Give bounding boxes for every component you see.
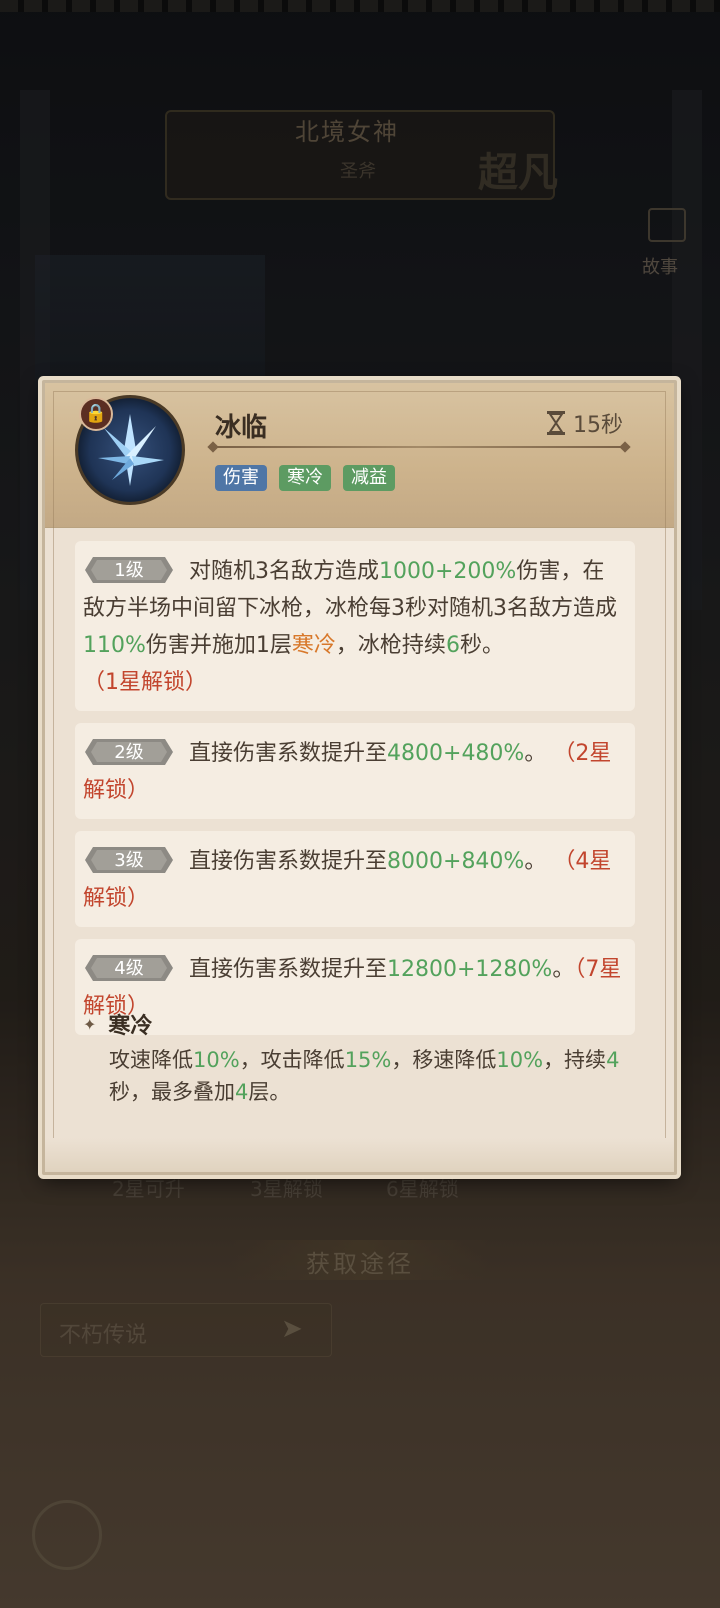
chill-title: 寒冷 [108, 1014, 153, 1039]
header-divider [213, 446, 625, 448]
tag-chill: 寒冷 [279, 465, 331, 491]
text-segment: 。 [552, 957, 575, 982]
text-segment: 110% [83, 633, 146, 658]
cooldown-value: 15秒 [573, 413, 623, 438]
level-badge: 1级 [83, 555, 175, 585]
text-segment: 8000+840% [387, 849, 525, 874]
tag-debuff: 减益 [343, 465, 395, 491]
chill-header: ✦ 寒冷 [83, 1008, 643, 1040]
skill-name: 冰临 [215, 413, 268, 443]
level-badge-label: 4级 [114, 958, 143, 979]
skill-detail-card: 🔒 冰临 15秒 伤害 寒冷 减益 1级 对随机3名敌方造成1000+200%伤… [42, 380, 677, 1175]
sparkle-icon: ✦ [83, 1014, 97, 1034]
text-segment: 6 [445, 633, 460, 658]
cooldown: 15秒 [545, 407, 623, 439]
text-segment: ，持续 [543, 1048, 607, 1072]
level-row-3: 3级 直接伤害系数提升至8000+840%。 （4星解锁） [75, 831, 635, 927]
level-row-2: 2级 直接伤害系数提升至4800+480%。 （2星解锁） [75, 723, 635, 819]
level-badge: 4级 [83, 953, 175, 983]
tag-damage: 伤害 [215, 465, 267, 491]
text-segment: 4 [606, 1048, 620, 1072]
text-segment: 对随机3名敌方造成 [189, 559, 379, 584]
lock-icon: 🔒 [79, 397, 113, 431]
skill-tags: 伤害 寒冷 减益 [215, 465, 395, 491]
chill-effect: ✦ 寒冷 攻速降低10%，攻击降低15%，移速降低10%，持续4秒，最多叠加4层… [83, 1008, 643, 1108]
text-segment: ，攻击降低 [239, 1048, 345, 1072]
level-list: 1级 对随机3名敌方造成1000+200%伤害，在敌方半场中间留下冰枪，冰枪每3… [75, 541, 635, 1047]
text-segment: 层。 [248, 1080, 291, 1104]
text-segment: 12800+1280% [387, 957, 553, 982]
text-segment: （1星解锁） [83, 670, 207, 695]
text-segment: 秒。 [459, 633, 504, 658]
text-segment: 10% [496, 1048, 544, 1072]
text-segment: 。 [524, 741, 554, 766]
card-bottom-trim [45, 1138, 674, 1172]
text-segment: 。 [524, 849, 554, 874]
text-segment: 伤害并施加1层 [145, 633, 292, 658]
level-badge-label: 3级 [114, 850, 143, 871]
level-badge-label: 2级 [114, 742, 143, 763]
level-badge-label: 1级 [114, 560, 143, 581]
text-segment: 4800+480% [387, 741, 525, 766]
text-segment: 15% [344, 1048, 392, 1072]
text-segment: 1000+200% [379, 559, 517, 584]
text-segment: 直接伤害系数提升至 [189, 741, 388, 766]
text-segment: 秒，最多叠加 [109, 1080, 235, 1104]
level-row-1: 1级 对随机3名敌方造成1000+200%伤害，在敌方半场中间留下冰枪，冰枪每3… [75, 541, 635, 711]
text-segment: 直接伤害系数提升至 [189, 957, 388, 982]
text-segment: ，冰枪持续 [335, 633, 446, 658]
text-segment: 攻速降低 [109, 1048, 193, 1072]
level-badge: 3级 [83, 845, 175, 875]
text-segment: 10% [193, 1048, 240, 1072]
text-segment: ，移速降低 [391, 1048, 497, 1072]
text-segment: 4 [235, 1080, 249, 1104]
chill-desc: 攻速降低10%，攻击降低15%，移速降低10%，持续4秒，最多叠加4层。 [109, 1044, 643, 1108]
text-segment: 直接伤害系数提升至 [189, 849, 388, 874]
hourglass-icon [547, 411, 565, 435]
level-badge: 2级 [83, 737, 175, 767]
text-segment: 寒冷 [291, 633, 336, 658]
